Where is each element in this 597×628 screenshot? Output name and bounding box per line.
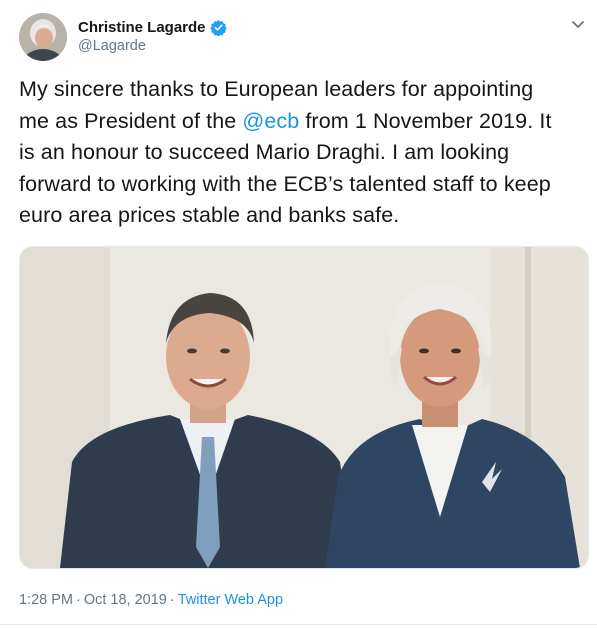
tweet-text-line: me as President of the @ecb from 1 Novem… — [19, 106, 579, 138]
metadata-separator: · — [76, 592, 81, 608]
tweet-text-line: euro area prices stable and banks safe. — [19, 203, 400, 227]
mention-link[interactable]: @ecb — [242, 109, 299, 133]
chevron-down-icon[interactable] — [568, 14, 588, 34]
tweet-metadata: 1:28 PM · Oct 18, 2019 · Twitter Web App — [19, 592, 283, 608]
metadata-separator: · — [169, 592, 175, 608]
tweet-text-line: is an honour to succeed Mario Draghi. I … — [19, 140, 510, 164]
divider — [0, 624, 597, 625]
author-info: Christine Lagarde @Lagarde — [78, 17, 227, 54]
tweet-text-segment: from 1 November 2019. It — [299, 108, 552, 133]
tweet-photo[interactable] — [19, 246, 589, 569]
name-row: Christine Lagarde — [78, 17, 227, 37]
tweet-text: My sincere thanks to European leaders fo… — [19, 74, 579, 232]
tweet-text-line: forward to working with the ECB’s talent… — [19, 171, 551, 196]
tweet-source-link[interactable]: Twitter Web App — [178, 592, 283, 608]
verified-badge-icon — [209, 19, 227, 36]
tweet-text-segment: me as President of the — [19, 108, 243, 133]
tweet-time[interactable]: 1:28 PM — [19, 592, 73, 608]
author-display-name[interactable]: Christine Lagarde — [78, 19, 206, 36]
author-avatar[interactable] — [19, 13, 67, 61]
tweet-date[interactable]: Oct 18, 2019 — [84, 592, 167, 608]
author-handle[interactable]: @Lagarde — [78, 38, 227, 54]
tweet-card: Christine Lagarde @Lagarde My sincere th… — [0, 0, 597, 628]
tweet-text-line: My sincere thanks to European leaders fo… — [19, 77, 534, 101]
